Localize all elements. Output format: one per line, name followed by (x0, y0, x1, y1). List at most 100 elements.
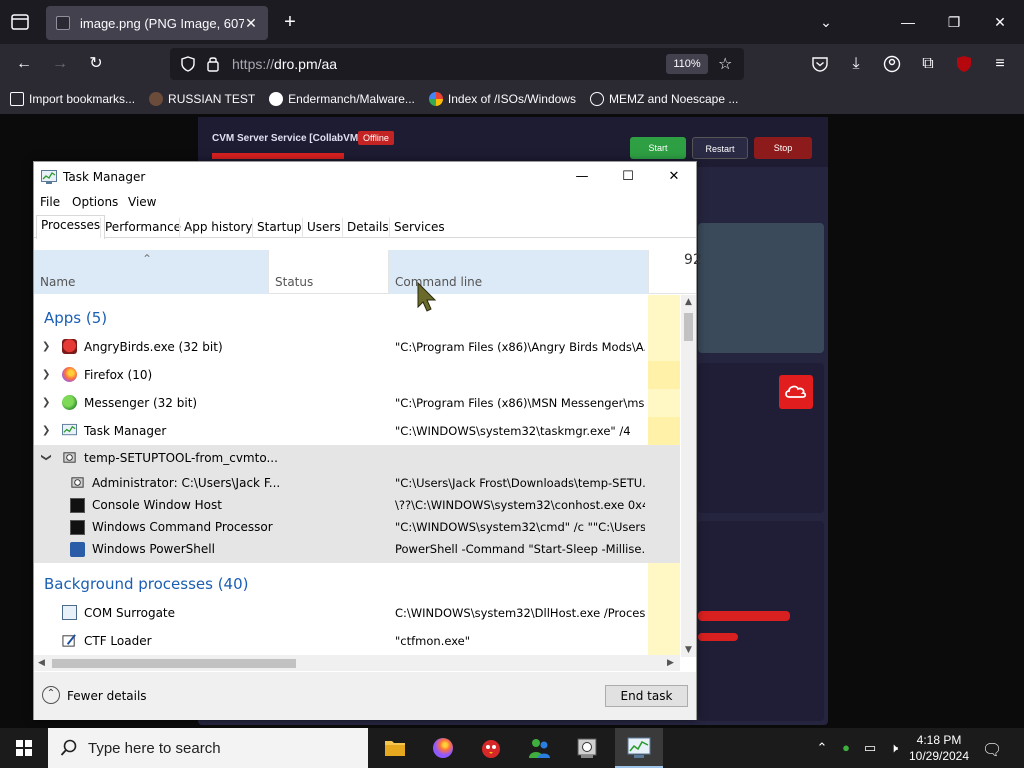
close-tab-icon[interactable]: ✕ (244, 15, 258, 32)
tab-performance[interactable]: Performance (100, 217, 186, 238)
tab-details[interactable]: Details (342, 217, 394, 238)
table-row[interactable]: ❯ AngryBirds.exe (32 bit) "C:\Program Fi… (34, 333, 680, 361)
taskbar-task-manager[interactable] (615, 728, 663, 768)
taskbar-firefox[interactable] (419, 728, 467, 768)
account-icon[interactable] (880, 52, 904, 76)
table-row[interactable]: CTF Loader "ctfmon.exe" (34, 627, 680, 655)
new-tab-button[interactable]: + (280, 12, 300, 32)
volume-muted-icon[interactable]: 🕨 (886, 740, 902, 756)
tab-startup[interactable]: Startup (252, 217, 307, 238)
firefox-icon (62, 367, 77, 382)
menu-file[interactable]: File (40, 195, 60, 209)
taskbar-setup-tool[interactable] (563, 728, 611, 768)
end-task-button[interactable]: End task (605, 685, 688, 707)
scroll-left-icon[interactable]: ◀ (38, 658, 45, 668)
table-row[interactable]: ❯ Task Manager "C:\WINDOWS\system32\task… (34, 417, 680, 445)
browser-tab-active[interactable]: image.png (PNG Image, 607 × 5 ✕ (46, 6, 268, 40)
back-arrow-icon[interactable]: ← (12, 52, 36, 76)
menu-icon[interactable]: ≡ (988, 52, 1012, 76)
table-row[interactable]: ❯ Messenger (32 bit) "C:\Program Files (… (34, 389, 680, 417)
lock-icon[interactable] (206, 55, 220, 72)
bookmark-import[interactable]: Import bookmarks... (10, 92, 135, 106)
stats-card (698, 521, 824, 721)
clock-time: 4:18 PM (916, 733, 962, 747)
taskbar-messenger[interactable] (515, 728, 563, 768)
reload-icon[interactable]: ↻ (84, 52, 108, 76)
menu-view[interactable]: View (128, 195, 156, 209)
scroll-right-icon[interactable]: ▶ (667, 658, 674, 668)
url-bar[interactable]: https://dro.pm/aa 110% ☆ (170, 48, 744, 80)
browser-tab-bar: image.png (PNG Image, 607 × 5 ✕ + ⌄ — ❐ … (0, 0, 1024, 44)
zoom-level-badge[interactable]: 110% (666, 54, 708, 74)
horizontal-scrollbar[interactable]: ◀ ▶ (34, 655, 680, 671)
notification-icon[interactable]: 🗨 (982, 740, 1002, 759)
network-icon[interactable]: ▭ (862, 740, 878, 756)
pocket-icon[interactable] (808, 52, 832, 76)
firefox-icon (433, 738, 453, 758)
cursor-icon (417, 281, 437, 312)
github-icon (269, 92, 284, 106)
vertical-scrollbar[interactable]: ▲ ▼ (681, 295, 696, 657)
status-badge: Offline (358, 131, 394, 145)
stop-button[interactable]: Stop (754, 137, 812, 159)
chevron-down-icon[interactable]: ❯ (41, 453, 52, 461)
system-clock[interactable]: 4:18 PM 10/29/2024 (906, 732, 972, 764)
chevron-right-icon[interactable]: ❯ (42, 369, 50, 380)
tab-app-history[interactable]: App history (179, 217, 258, 238)
ublock-icon[interactable] (952, 52, 976, 76)
chevron-right-icon[interactable]: ❯ (42, 425, 50, 436)
chevron-up-icon[interactable]: ⌃ (814, 740, 830, 756)
close-icon[interactable]: ✕ (651, 162, 697, 192)
tab-list-icon[interactable] (8, 11, 32, 33)
forward-arrow-icon[interactable]: → (48, 52, 72, 76)
bookmark-memz[interactable]: MEMZ and Noescape ... (589, 92, 738, 106)
cloud-alert-icon[interactable] (779, 375, 813, 409)
collabvm-title: CVM Server Service [CollabVM] (212, 133, 362, 144)
scrollbar-thumb[interactable] (52, 659, 296, 668)
redacted-bar (698, 611, 790, 621)
download-icon[interactable]: ⤓ (844, 52, 868, 76)
tab-processes[interactable]: Processes (36, 215, 106, 239)
column-name[interactable]: ⌃ Name (34, 250, 268, 294)
extensions-icon[interactable]: ⧉ (916, 52, 940, 76)
fewer-details-link[interactable]: Fewer details (67, 689, 147, 703)
scrollbar-thumb[interactable] (684, 313, 693, 341)
menu-options[interactable]: Options (72, 195, 118, 209)
chevron-right-icon[interactable]: ❯ (42, 341, 50, 352)
chevron-up-circle-icon[interactable]: ⌃ (42, 686, 60, 704)
start-button[interactable] (0, 728, 48, 768)
close-icon[interactable]: ✕ (988, 10, 1012, 34)
scroll-up-icon[interactable]: ▲ (685, 297, 692, 307)
table-row[interactable]: COM Surrogate C:\WINDOWS\system32\DllHos… (34, 599, 680, 627)
minimize-icon[interactable]: — (559, 162, 605, 192)
star-icon[interactable]: ☆ (718, 54, 732, 74)
restore-icon[interactable]: ❐ (942, 10, 966, 34)
column-cpu[interactable]: 92 (648, 250, 702, 294)
bookmark-endermanch[interactable]: Endermanch/Malware... (269, 92, 415, 106)
powershell-icon (70, 542, 85, 557)
task-manager-titlebar[interactable]: Task Manager — ☐ ✕ (34, 162, 696, 192)
setup-icon (577, 738, 597, 758)
url-text[interactable]: https://dro.pm/aa (232, 56, 337, 72)
minimize-icon[interactable]: — (896, 10, 920, 34)
table-row-selected[interactable]: ❯ temp-SETUPTOOL-from_cvmto... Administr… (34, 445, 680, 563)
bookmark-russian-test[interactable]: RUSSIAN TEST (149, 92, 255, 106)
taskbar-file-explorer[interactable] (371, 728, 419, 768)
restart-button[interactable]: Restart (692, 137, 748, 159)
table-row[interactable]: ❯ Firefox (10) (34, 361, 680, 389)
messenger-tray-icon[interactable]: ● (838, 740, 854, 756)
taskbar-search-box[interactable]: Type here to search (48, 728, 368, 768)
chevron-down-icon[interactable]: ⌄ (814, 10, 838, 34)
taskbar-angrybirds[interactable] (467, 728, 515, 768)
bookmark-isos[interactable]: Index of /ISOs/Windows (428, 92, 576, 106)
shield-icon[interactable] (180, 56, 196, 72)
chevron-right-icon[interactable]: ❯ (42, 397, 50, 408)
tab-services[interactable]: Services (389, 217, 450, 238)
scroll-down-icon[interactable]: ▼ (685, 645, 692, 655)
tab-users[interactable]: Users (302, 217, 346, 238)
start-button[interactable]: Start (630, 137, 686, 159)
group-header-apps: Apps (5) (44, 309, 108, 327)
angrybirds-icon (482, 740, 500, 758)
maximize-icon[interactable]: ☐ (605, 162, 651, 192)
column-status[interactable]: Status (268, 250, 388, 294)
